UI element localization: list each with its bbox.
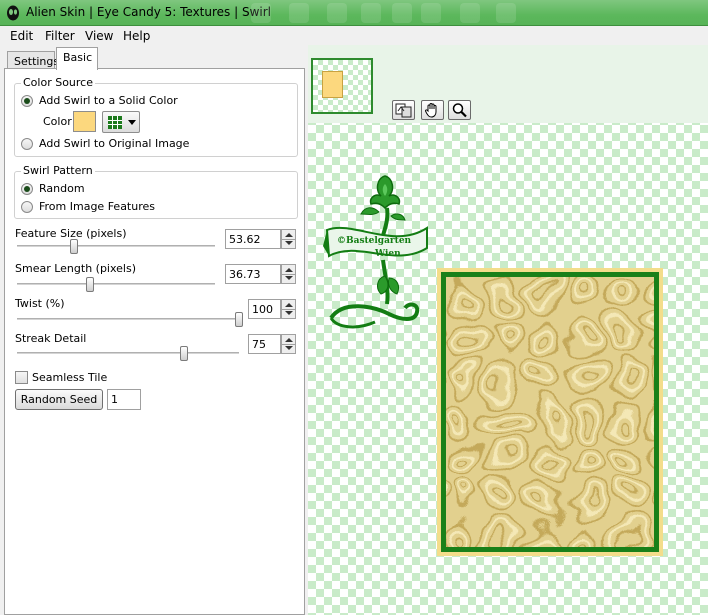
- ghost-toolbar-icon: [392, 3, 412, 23]
- watermark-line2: Wien: [374, 249, 401, 259]
- ghost-toolbar-icon: [496, 3, 516, 23]
- streak-detail-spinner[interactable]: [281, 334, 296, 354]
- random-seed-button[interactable]: Random Seed: [15, 389, 103, 410]
- twist-slider-thumb[interactable]: [235, 312, 243, 327]
- ghost-toolbar-icon: [361, 3, 381, 23]
- watermark-line1: ©Bastelgarten: [337, 236, 412, 246]
- preview-toggle-button[interactable]: [392, 100, 415, 120]
- radio-original-image[interactable]: [21, 138, 33, 150]
- menu-view[interactable]: View: [85, 29, 113, 43]
- title-bar: Alien Skin | Eye Candy 5: Textures | Swi…: [0, 0, 708, 26]
- ghost-toolbar-icon: [460, 3, 480, 23]
- spinner-divider: [282, 239, 295, 240]
- feature-size-input[interactable]: 53.62: [225, 229, 281, 249]
- radio-image-features[interactable]: [21, 201, 33, 213]
- hand-tool-button[interactable]: [421, 100, 444, 120]
- hand-icon: [425, 103, 437, 118]
- feature-size-spinner[interactable]: [281, 229, 296, 249]
- ghost-toolbar-icon: [421, 3, 441, 23]
- zoom-tool-button[interactable]: [448, 100, 471, 120]
- color-source-title: Color Source: [21, 76, 95, 89]
- radio-solid-color-label[interactable]: Add Swirl to a Solid Color: [39, 94, 178, 107]
- preview-image-frame[interactable]: [437, 268, 663, 556]
- radio-image-features-label[interactable]: From Image Features: [39, 200, 155, 213]
- spinner-divider: [282, 344, 295, 345]
- twist-slider-track[interactable]: [17, 318, 239, 321]
- ghost-toolbar-icon: [251, 3, 271, 23]
- swirl-texture-preview: [441, 272, 659, 552]
- menu-filter[interactable]: Filter: [45, 29, 75, 43]
- streak-detail-slider-track[interactable]: [17, 352, 239, 355]
- twist-label: Twist (%): [15, 297, 65, 310]
- menu-help[interactable]: Help: [123, 29, 150, 43]
- window-title: Alien Skin | Eye Candy 5: Textures | Swi…: [26, 5, 271, 19]
- menu-edit[interactable]: Edit: [10, 29, 33, 43]
- color-label: Color: [43, 115, 72, 128]
- alien-skin-app-icon[interactable]: [4, 4, 22, 22]
- tab-basic[interactable]: Basic: [56, 47, 98, 70]
- zoom-icon: [452, 103, 467, 118]
- ghost-toolbar-icon: [289, 3, 309, 23]
- smear-length-label: Smear Length (pixels): [15, 262, 137, 275]
- streak-detail-label: Streak Detail: [15, 332, 87, 345]
- smear-length-slider-thumb[interactable]: [86, 277, 95, 292]
- palette-grid-icon: [108, 116, 122, 129]
- palette-dropdown-button[interactable]: [102, 111, 140, 133]
- seamless-tile-label[interactable]: Seamless Tile: [32, 371, 107, 384]
- spin-up-icon[interactable]: [285, 303, 293, 307]
- swirl-pattern-title: Swirl Pattern: [21, 164, 95, 177]
- navigator-thumbnail[interactable]: [311, 58, 373, 114]
- preview-toggle-icon: [395, 103, 412, 118]
- streak-detail-input[interactable]: 75: [248, 334, 281, 354]
- twist-spinner[interactable]: [281, 299, 296, 319]
- bastelgarten-watermark-logo: ©Bastelgarten Wien: [323, 175, 428, 329]
- feature-size-slider-thumb[interactable]: [70, 239, 79, 254]
- spin-down-icon[interactable]: [285, 276, 293, 280]
- seamless-tile-checkbox[interactable]: [15, 371, 28, 384]
- random-seed-input[interactable]: 1: [107, 389, 141, 410]
- streak-detail-slider-thumb[interactable]: [179, 346, 188, 361]
- swirl-texture-image: [446, 277, 654, 547]
- spin-up-icon[interactable]: [285, 233, 293, 237]
- spin-up-icon[interactable]: [285, 338, 293, 342]
- spinner-divider: [282, 274, 295, 275]
- radio-solid-color[interactable]: [21, 95, 33, 107]
- ghost-toolbar-icon: [327, 3, 347, 23]
- color-swatch[interactable]: [73, 111, 96, 132]
- spin-down-icon[interactable]: [285, 311, 293, 315]
- smear-length-input[interactable]: 36.73: [225, 264, 281, 284]
- navigator-view-box[interactable]: [322, 71, 343, 98]
- menu-bar: Edit Filter View Help: [0, 26, 708, 45]
- radio-original-image-label[interactable]: Add Swirl to Original Image: [39, 137, 189, 150]
- spinner-divider: [282, 309, 295, 310]
- basic-tab-content: Color Source Add Swirl to a Solid Color …: [4, 68, 305, 615]
- twist-input[interactable]: 100: [248, 299, 281, 319]
- smear-length-slider-track[interactable]: [17, 283, 215, 286]
- radio-random[interactable]: [21, 183, 33, 195]
- radio-random-label[interactable]: Random: [39, 182, 85, 195]
- chevron-down-icon: [128, 120, 136, 125]
- spin-down-icon[interactable]: [285, 241, 293, 245]
- spin-up-icon[interactable]: [285, 268, 293, 272]
- feature-size-slider-track[interactable]: [17, 245, 215, 248]
- smear-length-spinner[interactable]: [281, 264, 296, 284]
- spin-down-icon[interactable]: [285, 346, 293, 350]
